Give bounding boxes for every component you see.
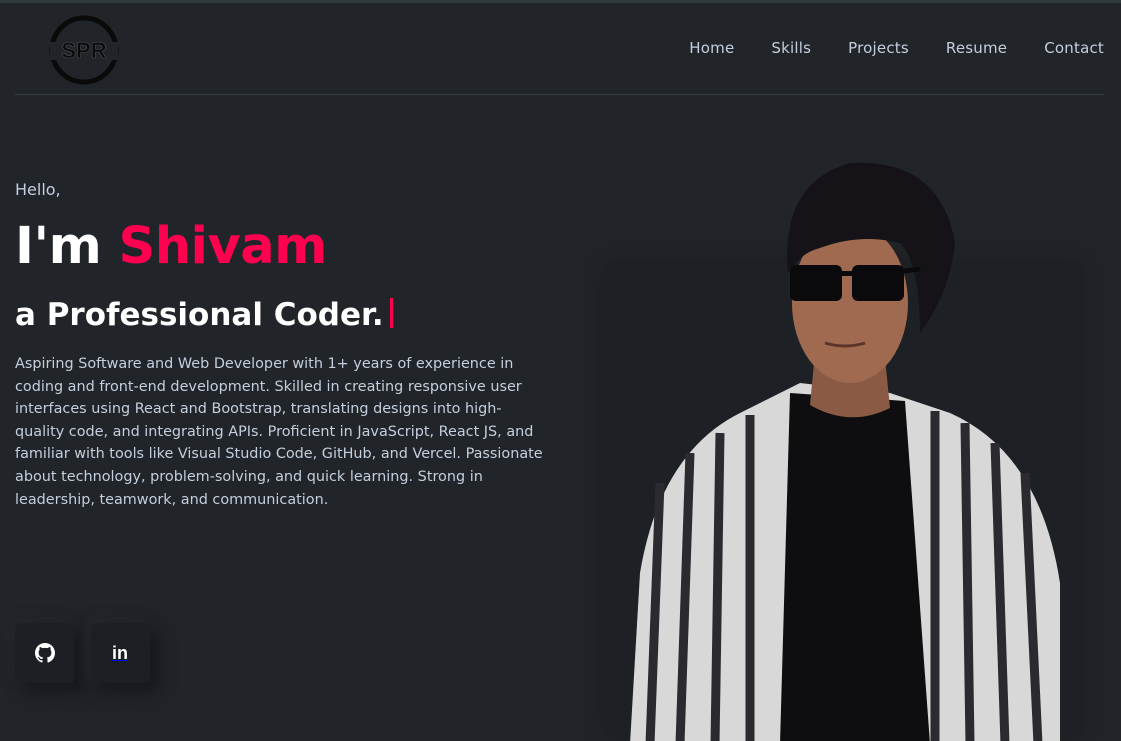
spr-logo[interactable]: SPR: [48, 14, 120, 86]
greeting: Hello,: [15, 180, 61, 199]
nav-projects[interactable]: Projects: [848, 39, 909, 57]
title-prefix: I'm: [15, 217, 102, 276]
typed-role: a Professional Coder.: [15, 297, 384, 333]
site-header: SPR Home Skills Projects Resume Contact: [15, 3, 1104, 95]
profile-photo: [630, 162, 1060, 741]
linkedin-button[interactable]: in: [90, 623, 150, 683]
hero-title: I'm Shivam: [15, 217, 327, 276]
nav-contact[interactable]: Contact: [1044, 39, 1104, 57]
logo-text: SPR: [61, 38, 106, 63]
hero-subtitle: a Professional Coder.: [15, 297, 393, 333]
portfolio-page: SPR Home Skills Projects Resume Contact …: [0, 0, 1121, 741]
github-icon: [35, 643, 55, 663]
typing-cursor: [389, 298, 393, 328]
main-nav: Home Skills Projects Resume Contact: [689, 39, 1104, 57]
nav-skills[interactable]: Skills: [771, 39, 811, 57]
github-button[interactable]: [15, 623, 75, 683]
nav-resume[interactable]: Resume: [946, 39, 1007, 57]
hero-description: Aspiring Software and Web Developer with…: [15, 356, 543, 508]
linkedin-icon: in: [112, 642, 128, 663]
nav-home[interactable]: Home: [689, 39, 734, 57]
hero-name: Shivam: [118, 217, 328, 276]
